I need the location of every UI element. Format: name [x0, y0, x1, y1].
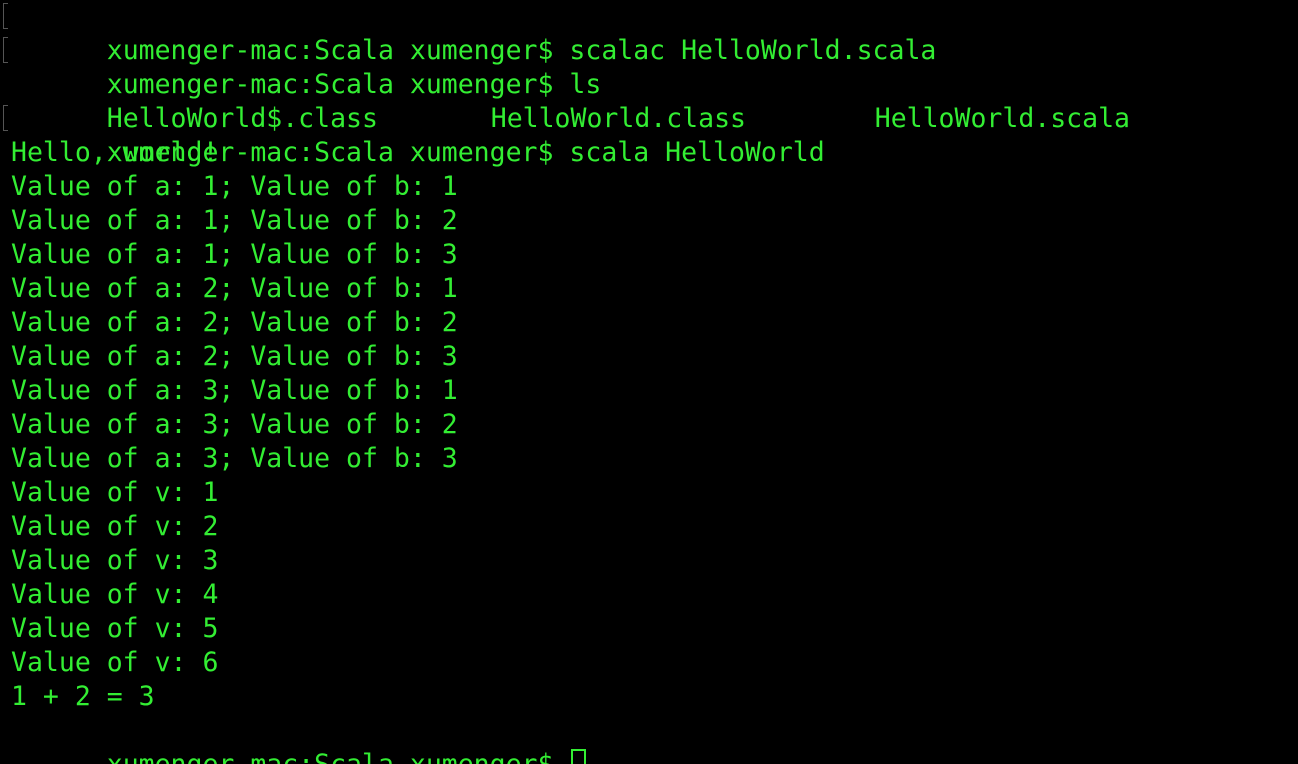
terminal-window[interactable]: xumenger-mac:Scala xumenger$ scalac Hell… [0, 0, 1298, 764]
ls-output-row: HelloWorld$.class HelloWorld.class HelloWo… [11, 68, 1298, 134]
output-line: Value of a: 1; Value of b: 3 [11, 239, 458, 270]
line-mark-icon [3, 105, 8, 131]
text-cursor[interactable] [571, 748, 587, 764]
output-line: Value of a: 2; Value of b: 1 [11, 273, 458, 304]
terminal-output: xumenger-mac:Scala xumenger$ scalac Hell… [3, 0, 1298, 764]
output-line: Value of a: 3; Value of b: 3 [11, 443, 458, 474]
output-line: 1 + 2 = 3 [11, 681, 155, 712]
output-line: Value of a: 3; Value of b: 1 [11, 375, 458, 406]
output-line: Value of a: 1; Value of b: 1 [11, 171, 458, 202]
output-line: Value of v: 5 [11, 613, 219, 644]
output-line: Value of a: 2; Value of b: 2 [11, 307, 458, 338]
output-line: Value of v: 4 [11, 579, 219, 610]
output-line: Value of a: 3; Value of b: 2 [11, 409, 458, 440]
command-line-scala: xumenger-mac:Scala xumenger$ scala Hello… [3, 102, 1298, 168]
output-line: Value of v: 2 [11, 511, 219, 542]
output-line: Value of v: 6 [11, 647, 219, 678]
output-line: Value of v: 1 [11, 477, 219, 508]
command-line-ls: xumenger-mac:Scala xumenger$ ls [3, 34, 1298, 100]
output-line: Hello, world! [11, 137, 219, 168]
line-mark-icon [3, 3, 8, 29]
command-line-scalac: xumenger-mac:Scala xumenger$ scalac Hell… [3, 0, 1298, 66]
line-mark-icon [3, 37, 8, 63]
shell-prompt: xumenger-mac:Scala xumenger$ [107, 749, 570, 764]
output-line: Value of a: 1; Value of b: 2 [11, 205, 458, 236]
output-line: Value of a: 2; Value of b: 3 [11, 341, 458, 372]
output-line: Value of v: 3 [11, 545, 219, 576]
prompt-line[interactable]: xumenger-mac:Scala xumenger$ [11, 714, 1298, 764]
